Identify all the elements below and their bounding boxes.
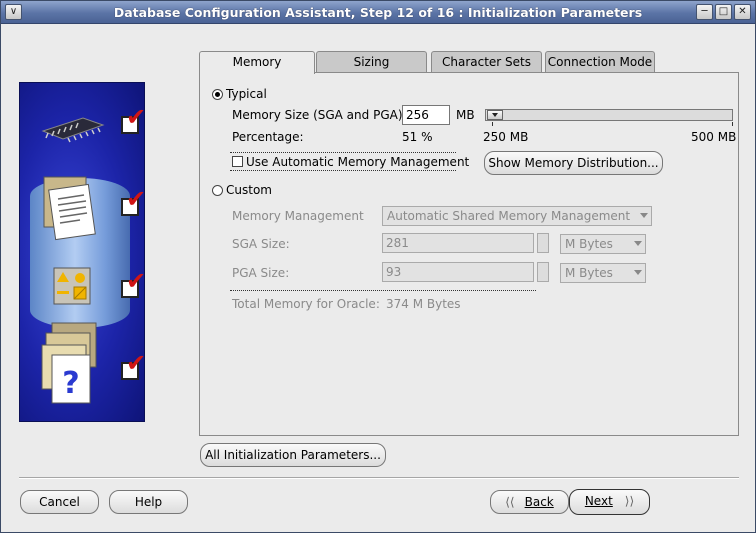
button-label: Help	[134, 495, 163, 509]
auto-memory-management-checkbox[interactable]	[232, 156, 243, 167]
slider-tick	[492, 122, 493, 126]
custom-label: Custom	[226, 183, 272, 197]
memory-size-input[interactable]: 256	[402, 105, 450, 125]
checkmark-icon: ✔	[126, 267, 147, 295]
slider-max-label: 500 MB	[691, 130, 737, 144]
tab-connection-mode[interactable]: Connection Mode	[545, 51, 655, 73]
memory-size-unit: MB	[456, 108, 475, 122]
next-button[interactable]: Next ⟩⟩	[569, 489, 650, 515]
select-value: Automatic Shared Memory Management	[387, 209, 631, 223]
tab-label: Connection Mode	[547, 55, 653, 69]
tab-label: Sizing	[353, 55, 390, 69]
total-separator	[230, 290, 536, 291]
checkmark-icon: ✔	[126, 185, 147, 213]
button-label: Next	[584, 494, 613, 508]
documents-icon	[43, 176, 96, 241]
wizard-illustration: ? ✔ ✔ ✔ ✔	[19, 82, 147, 422]
typical-label: Typical	[226, 87, 267, 101]
help-button[interactable]: Help	[109, 490, 188, 514]
memory-management-select[interactable]: Automatic Shared Memory Management	[382, 206, 652, 226]
chevron-down-icon	[640, 213, 648, 218]
memory-size-label: Memory Size (SGA and PGA):	[232, 108, 407, 122]
memory-slider-track[interactable]	[485, 109, 733, 121]
button-label: Show Memory Distribution...	[488, 156, 659, 170]
chevron-left-icon: ⟨⟨	[505, 495, 515, 509]
close-button[interactable]: ✕	[734, 4, 751, 20]
tab-memory[interactable]: Memory	[199, 51, 315, 74]
svg-text:?: ?	[62, 366, 79, 401]
chevron-down-icon	[634, 270, 642, 275]
back-button[interactable]: ⟨⟨ Back	[490, 490, 569, 514]
pga-size-spinner[interactable]	[537, 262, 549, 282]
percentage-value: 51 %	[402, 130, 433, 144]
chevron-right-icon: ⟩⟩	[624, 494, 635, 508]
all-initialization-parameters-button[interactable]: All Initialization Parameters...	[200, 443, 386, 467]
select-value: M Bytes	[565, 266, 613, 280]
pga-size-input[interactable]: 93	[382, 262, 534, 282]
dbca-window: ∨ Database Configuration Assistant, Step…	[0, 0, 756, 533]
button-label: Cancel	[39, 495, 80, 509]
pga-size-label: PGA Size:	[232, 266, 290, 280]
total-memory-label: Total Memory for Oracle:	[232, 297, 380, 311]
memory-chip-icon	[41, 117, 105, 143]
tab-sizing[interactable]: Sizing	[316, 51, 427, 73]
pga-unit-select[interactable]: M Bytes	[560, 263, 646, 283]
footer-separator	[19, 477, 739, 479]
memory-tab-panel	[199, 72, 739, 436]
checkmark-icon: ✔	[126, 103, 147, 131]
minimize-icon: ─	[701, 6, 708, 17]
chevron-down-icon	[634, 241, 642, 246]
auto-memory-management-label: Use Automatic Memory Management	[246, 155, 470, 169]
memory-slider-thumb[interactable]	[487, 110, 503, 120]
maximize-button[interactable]: □	[715, 4, 732, 20]
sga-size-spinner[interactable]	[537, 233, 549, 253]
sga-size-input[interactable]: 281	[382, 233, 534, 253]
title-bar[interactable]: ∨ Database Configuration Assistant, Step…	[1, 1, 755, 24]
cancel-button[interactable]: Cancel	[20, 490, 99, 514]
maximize-icon: □	[718, 6, 729, 17]
typical-radio[interactable]	[212, 89, 223, 100]
percentage-label: Percentage:	[232, 130, 304, 144]
slider-min-label: 250 MB	[483, 130, 529, 144]
custom-radio[interactable]	[212, 185, 223, 196]
sga-unit-select[interactable]: M Bytes	[560, 234, 646, 254]
focus-outline	[230, 152, 456, 153]
close-icon: ✕	[738, 6, 747, 17]
show-memory-distribution-button[interactable]: Show Memory Distribution...	[484, 151, 663, 175]
tab-label: Character Sets	[441, 55, 531, 69]
shapes-tile-icon	[53, 267, 91, 305]
minimize-button[interactable]: ─	[696, 4, 713, 20]
select-value: M Bytes	[565, 237, 613, 251]
tab-character-sets[interactable]: Character Sets	[431, 51, 542, 73]
window-title: Database Configuration Assistant, Step 1…	[113, 5, 643, 20]
help-folder-icon: ?	[41, 322, 97, 404]
sga-size-label: SGA Size:	[232, 237, 290, 251]
button-label: All Initialization Parameters...	[205, 448, 381, 462]
button-label: Back	[524, 495, 554, 509]
tab-label: Memory	[232, 55, 282, 69]
checkmark-icon: ✔	[126, 349, 147, 377]
total-memory-value: 374 M Bytes	[386, 297, 461, 311]
focus-outline	[230, 170, 456, 171]
slider-tick	[732, 122, 733, 126]
memory-management-label: Memory Management	[232, 209, 364, 223]
